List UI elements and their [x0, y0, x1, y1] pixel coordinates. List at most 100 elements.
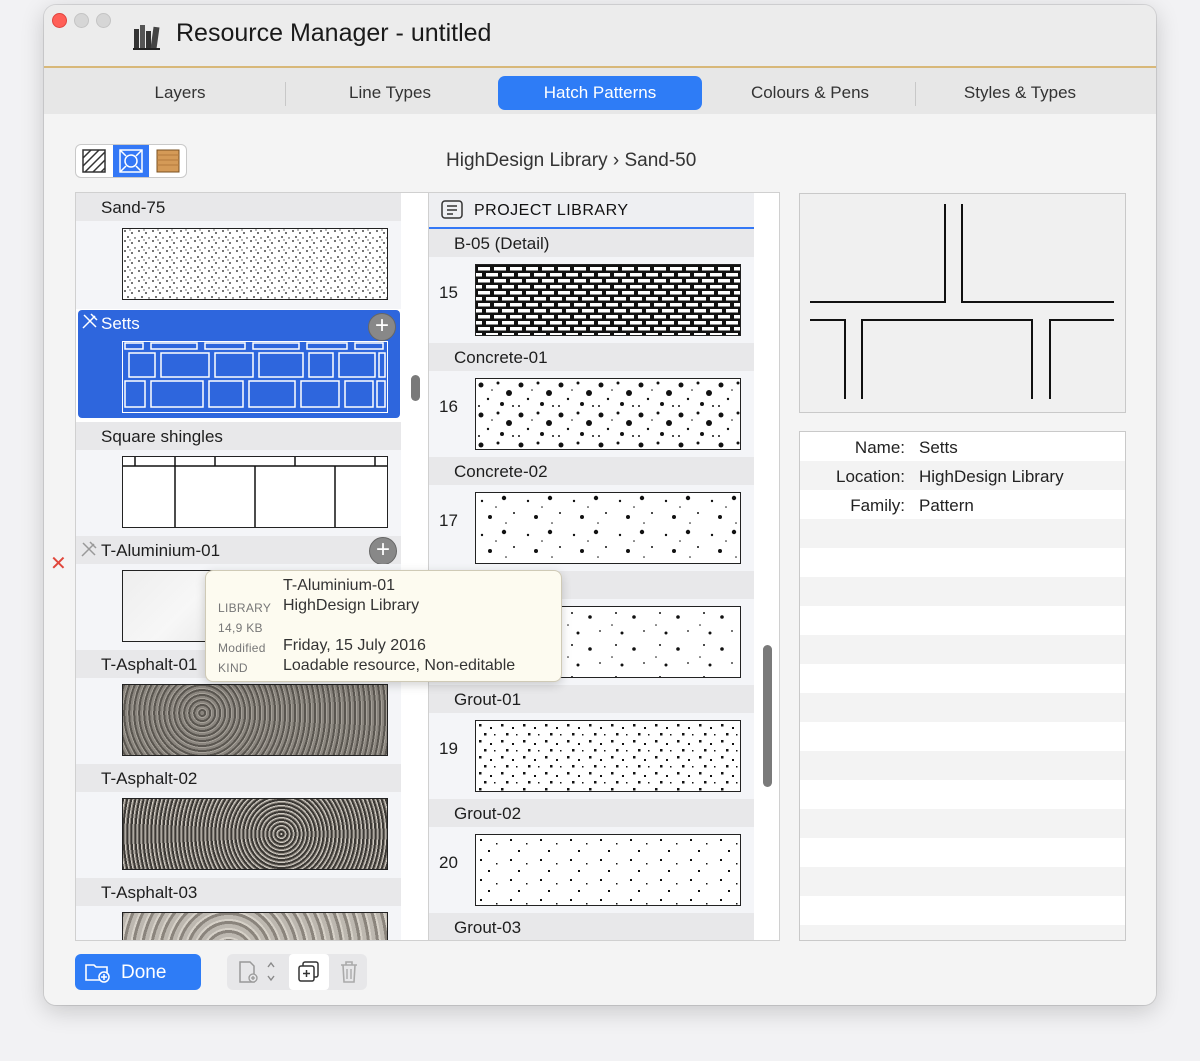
property-value: Pattern [919, 496, 974, 515]
empty-row [800, 751, 1125, 780]
list-item[interactable]: Square shingles [76, 422, 401, 450]
resource-tooltip: T-Aluminium-01 LIBRARY HighDesign Librar… [205, 570, 562, 682]
list-item-body[interactable]: 19 [429, 713, 754, 799]
delete-button[interactable] [331, 954, 367, 990]
list-item-label: T-Asphalt-02 [101, 769, 198, 788]
asphalt-texture-swatch [122, 912, 388, 940]
list-item-body[interactable]: 17 [429, 485, 754, 571]
property-key: Location: [836, 467, 905, 486]
sand-pattern-swatch [122, 228, 388, 300]
list-item-body[interactable] [76, 450, 401, 536]
list-item-label: Grout-01 [454, 690, 522, 709]
library-pattern-list[interactable]: Sand-75 Setts + Square shingles T-Alumin… [75, 192, 429, 941]
pattern-number: 16 [439, 397, 458, 416]
tab-line-types[interactable]: Line Types [290, 76, 490, 110]
list-item-body[interactable] [76, 221, 401, 309]
grout-pattern-swatch [475, 834, 741, 906]
empty-row [800, 577, 1125, 606]
action-toolbar [227, 954, 367, 990]
property-key: Name: [854, 438, 905, 457]
empty-row [800, 519, 1125, 548]
list-item-label: Setts [101, 314, 140, 333]
duplicate-button[interactable] [289, 954, 329, 990]
list-item-body[interactable] [76, 906, 401, 940]
folder-add-icon [85, 964, 110, 983]
property-row: Family: Pattern [800, 490, 1125, 519]
project-library-list[interactable]: PROJECT LIBRARY B-05 (Detail) 15 Concret… [428, 192, 780, 941]
tab-separator [915, 82, 916, 106]
list-item[interactable]: Grout-03 [429, 913, 754, 940]
list-item[interactable]: Sand-75 [76, 193, 401, 221]
project-library-title: PROJECT LIBRARY [474, 202, 629, 219]
non-editable-icon [81, 541, 97, 557]
list-item[interactable]: Concrete-01 [429, 343, 754, 371]
setts-pattern-swatch [122, 341, 388, 413]
concrete-pattern-swatch [475, 378, 741, 450]
list-item-label: B-05 (Detail) [454, 234, 550, 253]
done-label: Done [121, 962, 167, 983]
list-item[interactable]: T-Asphalt-03 [76, 878, 401, 906]
list-item-label: Sand-75 [101, 198, 166, 217]
tab-hatch-patterns[interactable]: Hatch Patterns [498, 76, 702, 110]
scrollbar-thumb[interactable] [763, 645, 772, 787]
document-add-icon [239, 961, 275, 983]
list-item[interactable]: T-Aluminium-01 + [76, 536, 401, 565]
window-title: Resource Manager - untitled [176, 19, 492, 47]
property-row: Location: HighDesign Library [800, 461, 1125, 490]
list-item[interactable]: B-05 (Detail) [429, 229, 754, 257]
list-item-label: Grout-02 [454, 804, 522, 823]
tab-colours-pens[interactable]: Colours & Pens [710, 76, 910, 110]
tooltip-key: KIND [218, 661, 248, 675]
tooltip-value: Loadable resource, Non-editable [283, 657, 516, 674]
add-to-project-button[interactable]: + [369, 537, 397, 565]
close-window-button[interactable] [52, 13, 67, 28]
selected-list-item[interactable]: Setts + [78, 310, 400, 418]
hatch-mode-button[interactable] [76, 145, 112, 177]
list-item-body[interactable]: 15 [429, 257, 754, 343]
list-item[interactable]: T-Asphalt-02 [76, 764, 401, 792]
tooltip-title: T-Aluminium-01 [283, 577, 396, 594]
brick-pattern-swatch [475, 264, 741, 336]
concrete-pattern-swatch [475, 492, 741, 564]
pattern-icon [119, 149, 143, 173]
pattern-preview [799, 193, 1126, 413]
list-item-label: T-Asphalt-03 [101, 883, 198, 902]
list-item-label: Square shingles [101, 427, 223, 446]
content-area: HighDesign Library › Sand-50 Sand-75 Set… [44, 114, 1156, 1005]
zoom-window-button[interactable] [96, 13, 111, 28]
property-row: Name: Setts [800, 432, 1125, 461]
tooltip-value: Friday, 15 July 2016 [283, 637, 426, 654]
asphalt-texture-swatch [122, 798, 388, 870]
add-to-project-button[interactable]: + [368, 313, 396, 341]
grout-pattern-swatch [475, 720, 741, 792]
properties-panel: Name: Setts Location: HighDesign Library… [799, 431, 1126, 941]
remove-icon[interactable]: ✕ [50, 551, 67, 576]
list-item-body[interactable] [76, 792, 401, 878]
list-item-body[interactable]: 16 [429, 371, 754, 457]
list-item[interactable]: Grout-01 [429, 685, 754, 713]
pattern-number: 15 [439, 283, 458, 302]
minimize-window-button[interactable] [74, 13, 89, 28]
list-item[interactable]: Concrete-02 [429, 457, 754, 485]
tab-layers[interactable]: Layers [80, 76, 280, 110]
pattern-number: 17 [439, 511, 458, 530]
done-button[interactable]: Done [75, 954, 201, 990]
list-item-body[interactable] [76, 678, 401, 764]
books-icon [133, 25, 160, 50]
list-item-label: Concrete-02 [454, 462, 548, 481]
texture-mode-button[interactable] [150, 145, 186, 177]
pattern-mode-button[interactable] [113, 145, 149, 177]
texture-icon [156, 149, 180, 173]
empty-row [800, 809, 1125, 838]
list-item[interactable]: Grout-02 [429, 799, 754, 827]
tab-styles-types[interactable]: Styles & Types [920, 76, 1120, 110]
trash-icon [341, 961, 357, 983]
duplicate-icon [298, 961, 319, 982]
list-item-label: Concrete-01 [454, 348, 548, 367]
scrollbar-thumb[interactable] [411, 375, 420, 401]
tooltip-size: 14,9 KB [218, 621, 263, 635]
list-item-body[interactable]: 20 [429, 827, 754, 913]
import-button[interactable] [227, 954, 287, 990]
empty-row [800, 635, 1125, 664]
property-key: Family: [850, 496, 905, 515]
